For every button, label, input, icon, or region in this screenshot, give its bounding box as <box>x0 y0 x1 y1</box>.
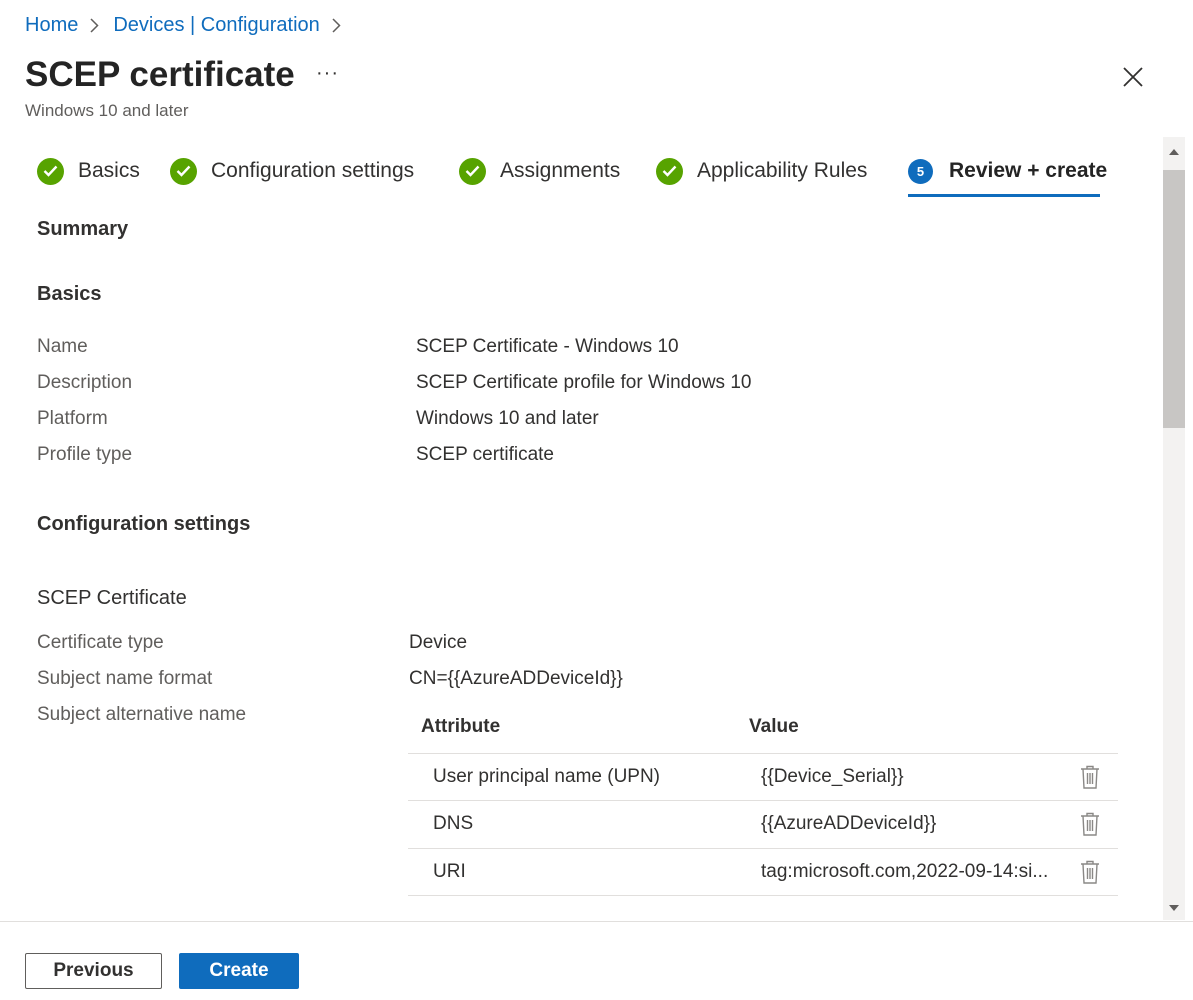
table-divider <box>408 848 1118 849</box>
table-divider <box>408 800 1118 801</box>
close-icon[interactable] <box>1120 64 1146 90</box>
chevron-right-icon <box>332 18 341 33</box>
checkmark-icon <box>170 157 197 185</box>
scrollbar-thumb[interactable] <box>1163 170 1185 428</box>
subject-name-format-value: CN={{AzureADDeviceId}} <box>409 668 623 689</box>
table-row-value: {{AzureADDeviceId}} <box>761 813 937 834</box>
vertical-scrollbar[interactable] <box>1163 137 1185 920</box>
breadcrumb-devices-link[interactable]: Devices | Configuration <box>113 14 319 37</box>
delete-icon[interactable] <box>1079 859 1101 885</box>
checkmark-icon <box>656 157 683 185</box>
subject-name-format-label: Subject name format <box>37 668 213 689</box>
checkmark-icon <box>37 157 64 185</box>
tab-configuration-settings[interactable]: Configuration settings <box>170 154 414 188</box>
table-row-attribute: User principal name (UPN) <box>433 766 661 787</box>
name-value: SCEP Certificate - Windows 10 <box>416 336 679 357</box>
page-subtitle: Windows 10 and later <box>25 101 189 120</box>
table-row-value: tag:microsoft.com,2022-09-14:si... <box>761 861 1049 882</box>
summary-heading: Summary <box>37 218 129 240</box>
tab-assignments[interactable]: Assignments <box>459 154 620 188</box>
previous-button[interactable]: Previous <box>25 953 162 989</box>
certificate-type-value: Device <box>409 632 468 653</box>
delete-icon[interactable] <box>1079 811 1101 837</box>
table-row-attribute: DNS <box>433 813 474 834</box>
profile-type-label: Profile type <box>37 444 133 465</box>
tab-label: Applicability Rules <box>697 159 868 182</box>
platform-label: Platform <box>37 408 108 429</box>
footer-divider <box>0 921 1193 922</box>
more-options-button[interactable]: ··· <box>316 62 339 85</box>
table-row-value: {{Device_Serial}} <box>761 766 904 787</box>
description-label: Description <box>37 372 133 393</box>
basics-heading: Basics <box>37 283 102 305</box>
scroll-up-arrow-icon[interactable] <box>1163 141 1185 161</box>
scroll-down-arrow-icon[interactable] <box>1163 898 1185 918</box>
name-label: Name <box>37 336 88 357</box>
column-header-attribute: Attribute <box>421 716 501 737</box>
create-button[interactable]: Create <box>179 953 299 989</box>
page-title: SCEP certificate <box>25 55 295 94</box>
tab-applicability-rules[interactable]: Applicability Rules <box>656 154 867 188</box>
breadcrumb-home-link[interactable]: Home <box>25 14 78 37</box>
subject-alternative-name-label: Subject alternative name <box>37 704 247 725</box>
platform-value: Windows 10 and later <box>416 408 599 429</box>
configuration-settings-heading: Configuration settings <box>37 513 251 535</box>
breadcrumb: Home Devices | Configuration <box>25 14 355 37</box>
checkmark-icon <box>459 157 486 185</box>
description-value: SCEP Certificate profile for Windows 10 <box>416 372 752 393</box>
profile-type-value: SCEP certificate <box>416 444 554 465</box>
tab-label: Review + create <box>949 159 1108 182</box>
delete-icon[interactable] <box>1079 764 1101 790</box>
tab-label: Assignments <box>500 159 621 182</box>
tab-basics[interactable]: Basics <box>37 154 140 188</box>
table-row-attribute: URI <box>433 861 466 882</box>
table-divider <box>408 753 1118 754</box>
certificate-type-label: Certificate type <box>37 632 164 653</box>
tab-review-create[interactable]: 5 Review + create <box>908 154 1107 188</box>
scep-certificate-subheading: SCEP Certificate <box>37 587 187 609</box>
chevron-right-icon <box>90 18 99 33</box>
active-tab-indicator <box>908 194 1100 197</box>
tab-label: Basics <box>78 159 140 182</box>
tab-label: Configuration settings <box>211 159 415 182</box>
table-divider <box>408 895 1118 896</box>
column-header-value: Value <box>749 716 799 737</box>
step-number-badge: 5 <box>908 158 933 184</box>
